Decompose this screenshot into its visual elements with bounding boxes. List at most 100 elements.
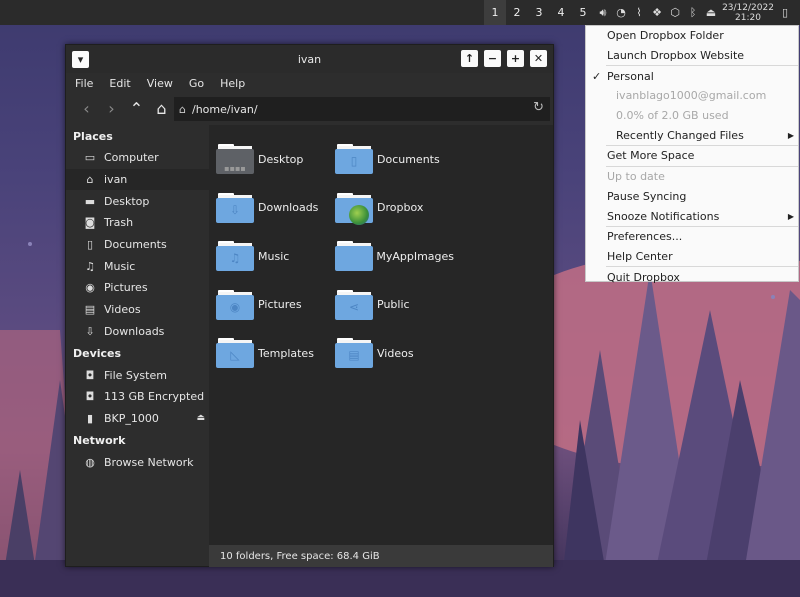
music-folder-icon: ♫ [216, 241, 254, 272]
file-item-downloads[interactable]: ⇩ Downloads [216, 184, 335, 233]
raise-button[interactable]: ↑ [461, 50, 478, 67]
battery-icon[interactable]: ▯ [776, 0, 794, 25]
status-bar: 10 folders, Free space: 68.4 GiB [209, 545, 553, 567]
sidebar-item-label: 113 GB Encrypted [104, 390, 205, 404]
encrypted-drive-icon: ◘ [85, 390, 95, 404]
menu-get-more-space[interactable]: Get More Space [586, 146, 798, 166]
sidebar-item-label: Videos [104, 303, 141, 317]
home-button[interactable]: ⌂ [149, 96, 174, 121]
menu-pause-syncing[interactable]: Pause Syncing [586, 187, 798, 207]
dropbox-icon[interactable]: ❖ [648, 0, 666, 25]
file-manager-window: ▾ ivan ↑ − + ✕ File Edit View Go Help ‹ … [65, 44, 554, 567]
eject-icon[interactable]: ⏏ [702, 0, 720, 25]
menu-launch-website[interactable]: Launch Dropbox Website [586, 46, 798, 66]
chevron-down-icon: ▾ [77, 52, 84, 66]
menu-usage: 0.0% of 2.0 GB used [616, 109, 729, 123]
file-name: Desktop [258, 152, 304, 166]
paperclip-icon[interactable]: ⌇ [630, 0, 648, 25]
sidebar-item-computer[interactable]: ▭ Computer [66, 147, 209, 169]
sidebar-item-bkp[interactable]: ▮ BKP_1000 ⏏ [66, 408, 209, 430]
file-item-public[interactable]: ⋖ Public [335, 281, 454, 330]
arrow-up-icon: ↑ [464, 52, 475, 65]
location-bar[interactable]: ⌂ /home/ivan/ ↻ [174, 97, 550, 121]
workspace-2-button[interactable]: 2 [506, 0, 528, 25]
clock-date: 23/12/2022 [722, 2, 774, 13]
close-button[interactable]: ✕ [530, 50, 547, 67]
file-item-myappimages[interactable]: MyAppImages [335, 232, 454, 281]
chevron-left-icon: ‹ [83, 98, 90, 118]
menu-edit[interactable]: Edit [109, 77, 130, 90]
volume-icon[interactable]: 🔊︎ [594, 0, 612, 25]
bluetooth-icon[interactable]: ᛒ [684, 0, 702, 25]
workspace-4-button[interactable]: 4 [550, 0, 572, 25]
file-item-desktop[interactable]: ▪▪▪▪ Desktop [216, 135, 335, 184]
file-name: Music [258, 249, 290, 263]
sidebar-item-ivan[interactable]: ⌂ ivan [66, 168, 209, 191]
clock-time: 21:20 [735, 12, 761, 23]
drive-icon: ◘ [85, 368, 95, 382]
file-item-dropbox[interactable]: Dropbox [335, 184, 454, 233]
sidebar-item-label: Downloads [104, 324, 165, 338]
menu-open-dropbox-folder[interactable]: Open Dropbox Folder [586, 26, 798, 46]
desktop-folder-icon: ▪▪▪▪ [216, 144, 254, 175]
eject-icon[interactable]: ⏏ [196, 413, 205, 423]
file-name: Dropbox [377, 201, 424, 215]
forward-button[interactable]: › [99, 96, 124, 121]
sidebar-item-trash[interactable]: ◙ Trash [66, 212, 209, 234]
file-name: Public [377, 298, 410, 312]
menu-recently-changed[interactable]: Recently Changed Files ▶ [586, 125, 798, 145]
menu-help-center[interactable]: Help Center [586, 247, 798, 267]
videos-folder-icon: ▤ [335, 338, 373, 369]
document-icon: ▯ [86, 238, 94, 252]
clock[interactable]: 23/12/2022 21:20 [720, 3, 776, 23]
menu-personal[interactable]: ✓ Personal [586, 66, 798, 86]
downloads-folder-icon: ⇩ [216, 192, 254, 223]
menubar: File Edit View Go Help [66, 73, 553, 93]
file-name: Documents [377, 152, 440, 166]
sidebar-item-encrypted[interactable]: ◘ 113 GB Encrypted [66, 386, 209, 408]
file-item-music[interactable]: ♫ Music [216, 232, 335, 281]
status-text: 10 folders, Free space: 68.4 GiB [220, 550, 380, 562]
file-item-templates[interactable]: ◺ Templates [216, 329, 335, 378]
sidebar-item-label: File System [104, 368, 167, 382]
menu-view[interactable]: View [147, 77, 173, 90]
sidebar-item-documents[interactable]: ▯ Documents [66, 234, 209, 256]
file-item-videos[interactable]: ▤ Videos [335, 329, 454, 378]
menu-recently-changed-label: Recently Changed Files [616, 128, 744, 142]
desktop-icon: ▬ [84, 194, 96, 208]
window-menu-button[interactable]: ▾ [72, 50, 89, 68]
devices-heading: Devices [73, 346, 122, 360]
sidebar-item-desktop[interactable]: ▬ Desktop [66, 190, 209, 212]
titlebar[interactable]: ▾ ivan ↑ − + ✕ [66, 45, 553, 73]
maximize-button[interactable]: + [507, 50, 524, 67]
sidebar-item-label: Pictures [104, 281, 148, 295]
wifi-icon[interactable]: ◔ [612, 0, 630, 25]
chip-icon[interactable]: ⬡ [666, 0, 684, 25]
menu-snooze[interactable]: Snooze Notifications ▶ [586, 206, 798, 226]
sidebar-item-file-system[interactable]: ◘ File System [66, 364, 209, 386]
sidebar-item-videos[interactable]: ▤ Videos [66, 299, 209, 321]
menu-file[interactable]: File [75, 77, 93, 90]
music-icon: ♫ [85, 259, 95, 273]
menu-sync-status: Up to date [607, 170, 665, 184]
sidebar-item-browse-network[interactable]: ◍ Browse Network [66, 451, 209, 473]
file-item-pictures[interactable]: ◉ Pictures [216, 281, 335, 330]
minimize-button[interactable]: − [484, 50, 501, 67]
home-icon: ⌂ [179, 102, 186, 116]
sidebar-item-downloads[interactable]: ⇩ Downloads [66, 321, 209, 343]
sidebar-item-music[interactable]: ♫ Music [66, 255, 209, 277]
menu-quit-dropbox[interactable]: Quit Dropbox [586, 267, 798, 287]
chevron-right-icon: › [108, 98, 115, 118]
workspace-5-button[interactable]: 5 [572, 0, 594, 25]
up-button[interactable]: ⌃ [124, 96, 149, 121]
workspace-1-button[interactable]: 1 [484, 0, 506, 25]
reload-icon[interactable]: ↻ [533, 100, 544, 115]
back-button[interactable]: ‹ [74, 96, 99, 121]
workspace-3-button[interactable]: 3 [528, 0, 550, 25]
menu-preferences[interactable]: Preferences... [586, 227, 798, 247]
menu-go[interactable]: Go [189, 77, 204, 90]
menu-help[interactable]: Help [220, 77, 245, 90]
file-item-documents[interactable]: ▯ Documents [335, 135, 454, 184]
location-path: /home/ivan/ [191, 102, 258, 116]
sidebar-item-pictures[interactable]: ◉ Pictures [66, 277, 209, 299]
